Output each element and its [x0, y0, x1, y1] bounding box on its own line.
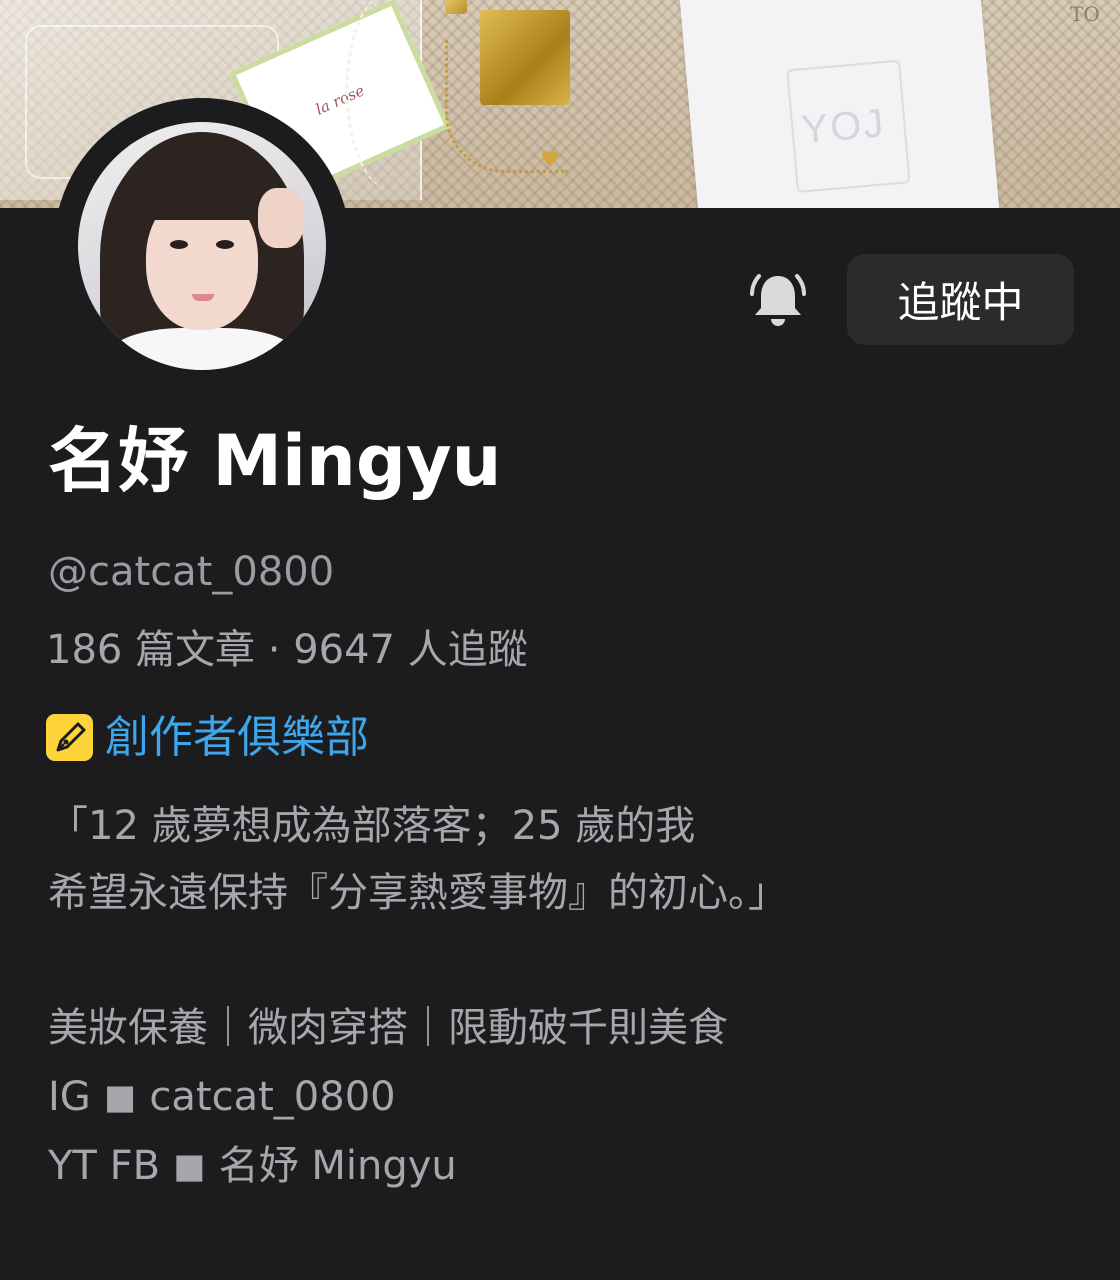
bio-line: 「12 歲夢想成為部落客；25 歲的我 — [48, 803, 696, 849]
creator-club-badge[interactable]: 創作者俱樂部 — [46, 714, 369, 761]
bell-icon-svg — [750, 274, 806, 326]
profile-stats[interactable]: 186 篇文章 · 9647 人追蹤 — [46, 630, 528, 670]
cover-gold-box — [445, 0, 570, 105]
cover-heart-charm: ♥ — [540, 148, 560, 173]
cover-white-card: YOJ — [678, 0, 1002, 208]
cover-card-emboss: YOJ — [786, 59, 911, 194]
creator-club-label: 創作者俱樂部 — [105, 711, 369, 763]
avatar-photo — [78, 122, 326, 370]
pen-nib-icon — [46, 714, 93, 761]
profile-name: 名妤 Mingyu — [48, 420, 502, 502]
cover-emboss-text: YOJ — [799, 101, 888, 153]
bio-line-youtube-facebook: YT FB ◼︎ 名妤 Mingyu — [48, 1143, 457, 1189]
bell-icon[interactable] — [750, 270, 806, 330]
cover-pearl-necklace — [345, 0, 439, 190]
profile-handle: @catcat_0800 — [48, 549, 335, 595]
bio-line-instagram: IG ◼︎ catcat_0800 — [48, 1074, 396, 1120]
bio-line: 希望永遠保持『分享熱愛事物』的初心。」 — [48, 870, 788, 916]
following-button[interactable]: 追蹤中 — [847, 254, 1074, 345]
cover-corner-text: TO — [1070, 2, 1100, 26]
bio-line: 美妝保養｜微肉穿搭｜限動破千則美食 — [48, 1005, 728, 1051]
avatar[interactable] — [54, 98, 350, 394]
